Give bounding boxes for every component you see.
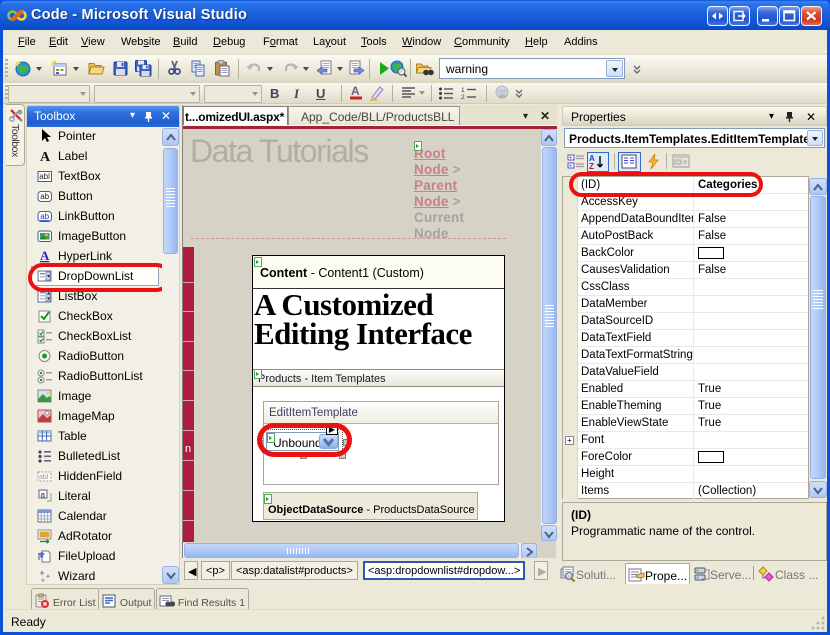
svg-text:abl: abl bbox=[39, 172, 50, 181]
svg-text:ab: ab bbox=[40, 212, 49, 221]
svg-text:A: A bbox=[40, 150, 51, 164]
svg-text:abl: abl bbox=[39, 474, 49, 481]
svg-text:a: a bbox=[41, 491, 46, 500]
svg-text:ab: ab bbox=[40, 192, 49, 201]
svg-text:A: A bbox=[40, 248, 50, 263]
svg-text:Z: Z bbox=[589, 162, 594, 171]
svg-text:1: 1 bbox=[461, 87, 465, 94]
svg-text:2: 2 bbox=[461, 94, 465, 101]
svg-text:+: + bbox=[569, 156, 572, 162]
svg-text:+: + bbox=[569, 164, 572, 170]
svg-text:A: A bbox=[351, 84, 360, 98]
